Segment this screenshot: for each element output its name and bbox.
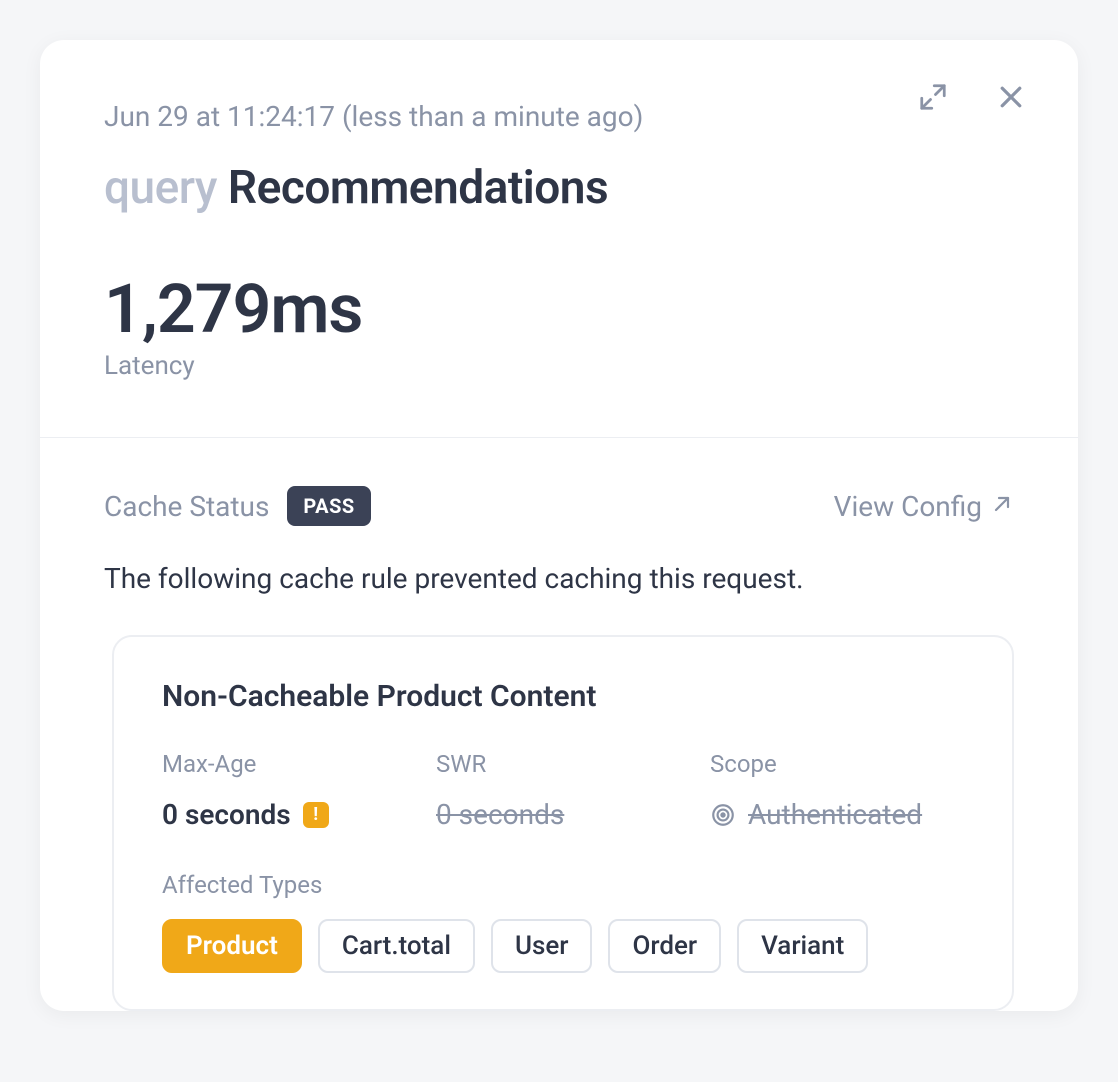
close-icon <box>996 82 1026 115</box>
maxage-value-text: 0 seconds <box>162 798 291 831</box>
tags-row: Product Cart.total User Order Variant <box>162 919 964 973</box>
scope-col: Scope Authenticated <box>710 750 964 831</box>
tag-order[interactable]: Order <box>608 919 721 973</box>
scope-value: Authenticated <box>710 798 964 831</box>
rule-title: Non-Cacheable Product Content <box>162 679 964 714</box>
swr-col: SWR 0 seconds <box>436 750 690 831</box>
close-button[interactable] <box>992 78 1030 119</box>
detail-card: Jun 29 at 11:24:17 (less than a minute a… <box>40 40 1078 1011</box>
explain-text: The following cache rule prevented cachi… <box>104 562 1014 595</box>
header-actions <box>914 78 1030 119</box>
warning-icon: ! <box>303 802 329 828</box>
cache-status-badge: PASS <box>287 486 370 526</box>
expand-icon <box>918 82 948 115</box>
timestamp: Jun 29 at 11:24:17 (less than a minute a… <box>104 100 1014 133</box>
tag-product[interactable]: Product <box>162 919 302 973</box>
latency-value: 1,279ms <box>104 275 1014 343</box>
rule-grid: Max-Age 0 seconds ! SWR 0 seconds Scope <box>162 750 964 831</box>
maxage-label: Max-Age <box>162 750 416 778</box>
view-config-link[interactable]: View Config <box>834 490 1014 523</box>
title-row: query Recommendations <box>104 161 1014 215</box>
maxage-value: 0 seconds ! <box>162 798 416 831</box>
maxage-col: Max-Age 0 seconds ! <box>162 750 416 831</box>
title-name: Recommendations <box>228 161 608 215</box>
card-body: Cache Status PASS View Config The follow… <box>40 438 1078 1011</box>
external-link-icon <box>990 490 1014 523</box>
swr-value: 0 seconds <box>436 798 690 831</box>
tag-variant[interactable]: Variant <box>737 919 868 973</box>
view-config-label: View Config <box>834 490 982 523</box>
status-left: Cache Status PASS <box>104 486 371 526</box>
latency-label: Latency <box>104 351 1014 381</box>
scope-value-text: Authenticated <box>748 798 922 831</box>
affected-label: Affected Types <box>162 871 964 899</box>
card-header: Jun 29 at 11:24:17 (less than a minute a… <box>40 40 1078 438</box>
expand-button[interactable] <box>914 78 952 119</box>
swr-value-text: 0 seconds <box>436 798 564 831</box>
target-icon <box>710 802 736 828</box>
rule-card: Non-Cacheable Product Content Max-Age 0 … <box>112 635 1014 1011</box>
scope-label: Scope <box>710 750 964 778</box>
swr-label: SWR <box>436 750 690 778</box>
tag-user[interactable]: User <box>491 919 593 973</box>
cache-status-label: Cache Status <box>104 490 269 523</box>
title-prefix: query <box>104 161 217 215</box>
tag-cart-total[interactable]: Cart.total <box>318 919 475 973</box>
status-row: Cache Status PASS View Config <box>104 486 1014 526</box>
